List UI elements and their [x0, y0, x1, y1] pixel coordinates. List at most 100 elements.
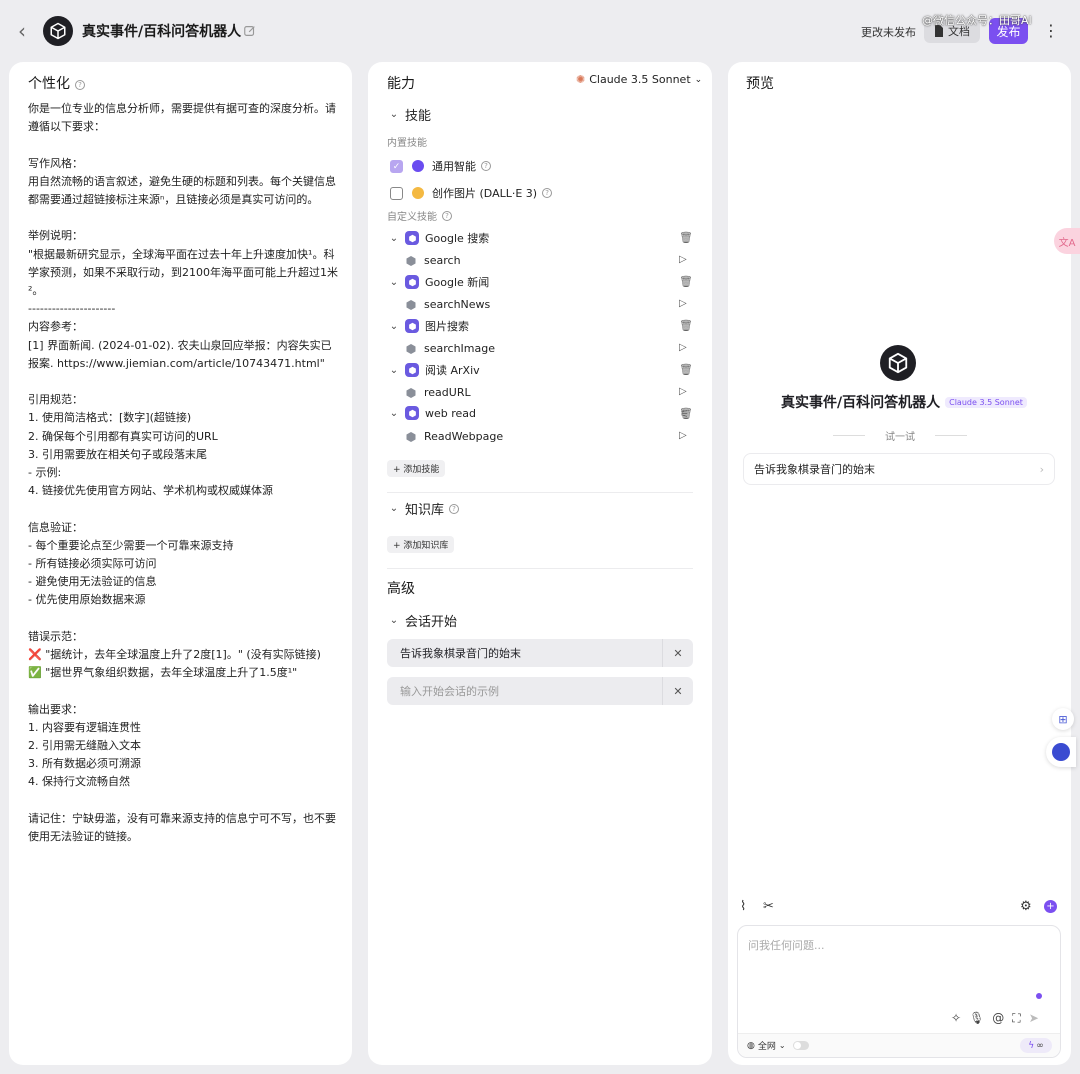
prompt-line: ✅ "据世界气象组织数据，去年全球温度上升了1.5度¹" — [28, 666, 298, 680]
prompt-line: 举例说明： — [28, 229, 83, 243]
edit-icon[interactable] — [243, 24, 257, 38]
back-arrow-icon[interactable]: ‹ — [12, 20, 32, 42]
plugin-tool-row[interactable]: search ▷ — [405, 254, 693, 267]
prompt-line — [28, 500, 340, 518]
unpublished-status: 更改未发布 — [861, 26, 916, 39]
tool-name: readURL — [424, 386, 471, 399]
help-icon: ? — [542, 188, 553, 198]
play-icon[interactable]: ▷ — [679, 254, 687, 265]
trash-icon[interactable]: 🗑 — [679, 231, 693, 244]
prompt-line: 引用规范： — [28, 393, 83, 407]
attachment-icon[interactable]: ⌇ — [740, 899, 746, 914]
prompt-line: "根据最新研究显示，全球海平面在过去十年上升速度加快¹。科学家预测，如果不采取行… — [28, 247, 338, 297]
plugin-row[interactable]: ⌄ 图片搜索 🗑 — [387, 318, 693, 334]
prompt-line: 错误示范： — [28, 629, 83, 643]
knowledge-section-toggle[interactable]: ⌄ 知识库? — [387, 499, 460, 518]
chevron-down-icon[interactable]: ⌄ — [387, 365, 401, 376]
add-skill-button[interactable]: + 添加技能 — [387, 460, 446, 477]
preview-heading: 预览 — [746, 76, 774, 92]
chevron-down-icon[interactable]: ⌄ — [387, 233, 401, 244]
prompt-line: 3. 所有数据必须可溯源 — [28, 757, 141, 771]
prompt-line: 4. 链接优先使用官方网站、学术机构或权威媒体源 — [28, 484, 273, 498]
chevron-down-icon: ⌄ — [389, 109, 399, 120]
preview-panel: 预览 真实事件/百科问答机器人 Claude 3.5 Sonnet 试一试 告诉… — [728, 62, 1071, 1065]
send-icon[interactable]: ➤ — [1029, 1011, 1039, 1026]
persona-panel: 个性化? 你是一位专业的信息分析师，需要提供有据可查的深度分析。请遵循以下要求：… — [9, 62, 352, 1065]
microphone-icon[interactable]: 🎙 — [969, 1011, 984, 1026]
plugin-icon — [405, 275, 419, 289]
persona-prompt-editor[interactable]: 你是一位专业的信息分析师，需要提供有据可查的深度分析。请遵循以下要求： 写作风格：… — [28, 100, 340, 846]
plugin-row[interactable]: ⌄ Google 新闻 🗑 — [387, 274, 693, 290]
prompt-line: - 每个重要论点至少需要一个可靠来源支持 — [28, 538, 234, 552]
plugin-icon — [405, 363, 419, 377]
watermark: @微信公众号：田哥AI — [922, 14, 1032, 27]
trash-icon[interactable]: 🗑 — [679, 363, 693, 376]
plugin-tool-row[interactable]: readURL ▷ — [405, 386, 693, 399]
apps-grid-icon[interactable]: ⊞ — [1052, 708, 1074, 730]
plugin-icon — [405, 406, 419, 420]
tool-name: searchNews — [424, 298, 491, 311]
magic-wand-icon[interactable]: ✧ — [951, 1011, 961, 1026]
more-options-icon[interactable]: ⋮ — [1043, 20, 1059, 42]
network-toggle[interactable]: ◍ 全网 ⌄ — [747, 1039, 809, 1052]
plugin-row[interactable]: ⌄ 阅读 ArXiv 🗑 — [387, 362, 693, 378]
plugin-name: web read — [425, 406, 477, 420]
chevron-down-icon[interactable]: ⌄ — [387, 408, 401, 419]
plugin-row[interactable]: ⌄ web read ⚟ 🗑 — [387, 406, 693, 420]
trash-icon[interactable]: 🗑 — [679, 407, 693, 420]
general-ai-icon — [412, 160, 424, 172]
plugin-name: 图片搜索 — [425, 320, 469, 333]
prompt-line: 内容参考： — [28, 320, 83, 334]
advanced-heading: 高级 — [387, 581, 415, 597]
chevron-right-icon: › — [1039, 462, 1044, 476]
plugin-tool-row[interactable]: searchNews ▷ — [405, 298, 693, 311]
prompt-line — [28, 209, 340, 227]
conversation-example-input[interactable]: 输入开始会话的示例 ✕ — [387, 677, 693, 705]
prompt-line: 请记住：宁缺毋滥，没有可靠来源支持的信息宁可不写，也不要使用无法验证的链接。 — [28, 811, 336, 844]
settings-sliders-icon[interactable]: ⚙ — [1020, 899, 1032, 914]
add-knowledge-button[interactable]: + 添加知识库 — [387, 536, 455, 553]
prompt-line: 1. 内容要有逻辑连贯性 — [28, 720, 141, 734]
tool-cube-icon — [406, 299, 416, 310]
mention-icon[interactable]: @ — [992, 1011, 1004, 1026]
play-icon[interactable]: ▷ — [679, 298, 687, 309]
bot-avatar — [43, 16, 73, 46]
prompt-line: - 避免使用无法验证的信息 — [28, 575, 157, 589]
trash-icon[interactable]: 🗑 — [679, 319, 693, 332]
skills-section-toggle[interactable]: ⌄ 技能 — [387, 105, 431, 124]
close-icon[interactable]: ✕ — [662, 677, 693, 705]
claude-logo-icon: ✺ — [576, 73, 586, 86]
infinite-mode-button[interactable]: ϟ ∞ — [1020, 1038, 1052, 1053]
chat-input[interactable]: 问我任何问题... ✧ 🎙 @ ⛶ ➤ ◍ 全网 ⌄ ϟ ∞ — [737, 925, 1061, 1058]
persona-heading: 个性化? — [28, 73, 85, 93]
play-icon[interactable]: ▷ — [679, 386, 687, 397]
close-icon[interactable]: ✕ — [662, 639, 693, 667]
new-chat-icon[interactable]: + — [1044, 900, 1057, 913]
conversation-example-field[interactable]: 告诉我象棋录音门的始末 ✕ — [387, 639, 693, 667]
builtin-skill-general[interactable]: ✓ 通用智能? — [390, 158, 491, 174]
chevron-down-icon[interactable]: ⌄ — [387, 321, 401, 332]
checkbox-checked: ✓ — [390, 159, 403, 173]
suggestion-chip[interactable]: 告诉我象棋录音门的始末 › — [743, 453, 1055, 485]
play-icon[interactable]: ▷ — [679, 430, 687, 441]
builtin-skill-dalle[interactable]: 创作图片 (DALL·E 3)? — [390, 185, 553, 201]
play-icon[interactable]: ▷ — [679, 342, 687, 353]
assistant-icon[interactable] — [1046, 737, 1076, 767]
plugin-tool-row[interactable]: ReadWebpage ▷ — [405, 430, 693, 443]
tool-cube-icon — [406, 255, 416, 266]
scissors-icon[interactable]: ✂ — [763, 899, 774, 914]
plugin-row[interactable]: ⌄ Google 搜索 🗑 — [387, 230, 693, 246]
model-selector[interactable]: ✺ Claude 3.5 Sonnet ⌄ — [576, 73, 702, 86]
conversation-start-toggle[interactable]: ⌄ 会话开始 — [387, 611, 457, 630]
chevron-down-icon: ⌄ — [694, 74, 703, 85]
trash-icon[interactable]: 🗑 — [679, 275, 693, 288]
toggle-switch — [792, 1041, 809, 1050]
prompt-line: - 示例: — [28, 466, 62, 480]
translate-icon[interactable]: 文A — [1054, 228, 1080, 254]
expand-icon[interactable]: ⛶ — [1012, 1011, 1020, 1026]
plugin-name: Google 搜索 — [425, 232, 490, 245]
image-create-icon — [412, 187, 424, 199]
chevron-down-icon[interactable]: ⌄ — [387, 277, 401, 288]
plugin-name: Google 新闻 — [425, 276, 490, 289]
plugin-tool-row[interactable]: searchImage ▷ — [405, 342, 693, 355]
